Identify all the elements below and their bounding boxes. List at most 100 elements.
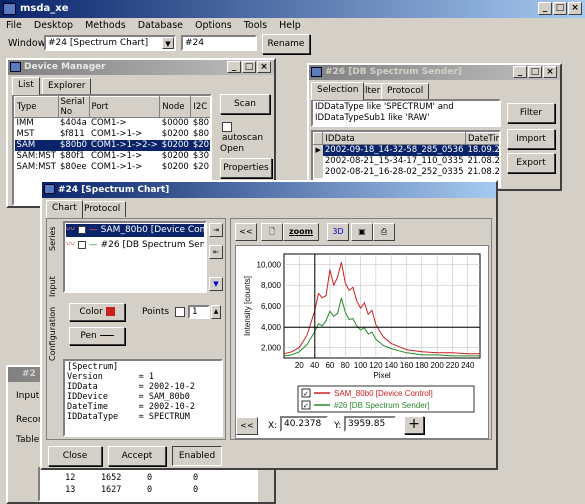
series-item-0[interactable]: 〰 — SAM_80b0 [Device Control]: [66, 224, 204, 237]
menu-item-file[interactable]: File: [6, 20, 22, 31]
autoscan-checkbox[interactable]: autoscan: [222, 122, 274, 143]
enabled-toggle[interactable]: Enabled: [172, 446, 222, 466]
prev-button[interactable]: <<: [235, 223, 257, 241]
maximize-icon[interactable]: □: [242, 61, 256, 73]
maximize-icon[interactable]: □: [553, 2, 567, 15]
series-1-check[interactable]: [77, 240, 86, 249]
table-row[interactable]: 2002-08-21_15-34-17_110_033521.08.20: [313, 155, 499, 167]
move-out-icon[interactable]: ⇤: [209, 245, 223, 259]
close-button[interactable]: Close: [48, 446, 102, 466]
column-header[interactable]: I2C: [190, 96, 210, 118]
table-row[interactable]: 2002-08-21_16-28-02_252_033521.08.20: [313, 166, 499, 178]
side-tab-series[interactable]: Series: [48, 226, 57, 251]
tab-chart[interactable]: Chart: [46, 200, 83, 218]
column-header[interactable]: DateTim: [464, 132, 499, 145]
points-checkbox[interactable]: [175, 307, 185, 317]
sender-grid: IDData DateTim ▶ 2002-09-18_14-32-58_285_05…: [313, 132, 499, 178]
add-marker-icon[interactable]: +: [404, 416, 424, 434]
table-row[interactable]: MST $f811 COM1->1-> $0200 $80: [15, 129, 211, 140]
close-icon[interactable]: ×: [257, 61, 271, 73]
scan-button[interactable]: Scan: [220, 94, 270, 114]
close-icon[interactable]: ×: [543, 66, 557, 78]
menu-item-help[interactable]: Help: [279, 20, 301, 31]
maximize-icon[interactable]: □: [528, 66, 542, 78]
minimize-icon[interactable]: _: [227, 61, 241, 73]
table-cell: COM1->1->: [91, 162, 143, 172]
menu-item-methods[interactable]: Methods: [85, 20, 126, 31]
y-tick-label: 6,000: [261, 302, 282, 311]
x-value-field[interactable]: 40.2378: [280, 416, 328, 432]
menu-item-options[interactable]: Options: [195, 20, 232, 31]
column-header[interactable]: Type: [14, 96, 59, 118]
filter-button[interactable]: Filter: [507, 103, 555, 123]
info-line: IDDataType = SPECTRUM: [67, 412, 190, 422]
tab-list[interactable]: List: [12, 77, 40, 95]
table-row[interactable]: ▶2002-09-18_14-32-58_285_053618.09.20: [313, 144, 499, 156]
table-cell: COM1->1->: [91, 129, 143, 139]
tab-selection[interactable]: Selection: [311, 82, 365, 100]
tab-protocol[interactable]: Protocol: [381, 83, 430, 99]
x-tick-label: 160: [400, 361, 414, 370]
page-icon[interactable]: 🗋: [261, 223, 283, 241]
zoom-button[interactable]: zoom: [283, 223, 319, 241]
pen-button[interactable]: Pen: [69, 327, 125, 345]
menu-item-database[interactable]: Database: [138, 20, 183, 31]
menu-item-desktop[interactable]: Desktop: [34, 20, 73, 31]
series-0-check[interactable]: [77, 225, 86, 234]
accept-button[interactable]: Accept: [108, 446, 166, 466]
color-swatch: [105, 307, 115, 316]
print-icon[interactable]: ⎙: [373, 223, 395, 241]
table-row[interactable]: IMM $404a COM1-> $0000 $80: [15, 118, 211, 129]
table-cell: $80f1: [60, 151, 85, 161]
record-label[interactable]: Recor: [16, 415, 42, 425]
pen-label: Pen: [80, 331, 97, 341]
app-icon: [3, 3, 16, 15]
table-row[interactable]: SAM:MST $80f1 COM1->1-> $0200 $30: [15, 151, 211, 162]
table-row[interactable]: SAM $80b0 COM1->1->2-> $0200 $20: [14, 139, 210, 151]
window-select[interactable]: #24 [Spectrum Chart] ▼: [44, 35, 176, 51]
query-text[interactable]: IDDataType like 'SPECTRUM' and IDDataTyp…: [311, 99, 501, 127]
spin-icon[interactable]: ▲: [211, 305, 221, 319]
column-header[interactable]: IDData: [322, 132, 466, 145]
table-cell: 18.09.20: [465, 144, 499, 156]
device-manager-title: Device Manager: [24, 62, 106, 72]
menu-item-tools[interactable]: Tools: [244, 20, 267, 31]
chart-area[interactable]: 2,000 4,000 6,000 8,000 10,000 20 40 60 80 100 120…: [235, 245, 489, 439]
table-row[interactable]: SAM:MST $80ee COM1->1-> $0200 $20: [15, 162, 211, 173]
chevron-down-icon[interactable]: ▼: [162, 37, 174, 49]
info-line: Version = 1: [67, 372, 154, 382]
table-label[interactable]: Table: [16, 435, 39, 445]
color-button[interactable]: Color: [69, 303, 125, 321]
threed-button[interactable]: 3D: [327, 223, 349, 241]
chart-panel: << 🗋 zoom 3D ▣ ⎙ 2,000 4,000 6,000 8,000 10,…: [230, 218, 492, 440]
minimize-icon[interactable]: _: [513, 66, 527, 78]
window-id-field[interactable]: #24: [181, 35, 257, 51]
column-header[interactable]: Port: [88, 96, 161, 118]
arrow-down-icon[interactable]: ▼: [209, 277, 223, 291]
autoscan-check[interactable]: [222, 122, 232, 132]
table-cell: COM1->1->: [91, 151, 143, 161]
points-value[interactable]: 1: [188, 305, 210, 319]
series-item-1[interactable]: 〰 — #26 [DB Spectrum Sender]: [66, 239, 204, 252]
y-value-field[interactable]: 3959.85: [344, 416, 396, 432]
move-in-icon[interactable]: ⇥: [209, 223, 223, 237]
x-tick-label: 240: [461, 361, 475, 370]
spectrum-chart[interactable]: 2,000 4,000 6,000 8,000 10,000 20 40 60 80 100 120…: [236, 246, 490, 440]
coord-prev-button[interactable]: <<: [236, 417, 258, 435]
side-tab-input[interactable]: Input: [48, 276, 57, 297]
minimize-icon[interactable]: _: [538, 2, 552, 15]
side-tab-configuration[interactable]: Configuration: [48, 307, 57, 361]
input-label[interactable]: Input: [16, 391, 39, 401]
tab-chart-protocol[interactable]: Protocol: [78, 201, 127, 217]
export-button[interactable]: Export: [507, 153, 555, 173]
close-icon[interactable]: ×: [568, 2, 582, 15]
column-header[interactable]: Serial No: [57, 96, 90, 118]
column-header[interactable]: Node: [159, 96, 192, 118]
properties-button[interactable]: Properties: [220, 158, 272, 178]
y-tick-label: 2,000: [261, 344, 282, 353]
tab-explorer[interactable]: Explorer: [42, 78, 92, 94]
import-button[interactable]: Import: [507, 129, 555, 149]
rename-button[interactable]: Rename: [262, 34, 310, 54]
sender-window: #26 [DB Spectrum Sender] _ □ × Selection F…: [307, 63, 562, 191]
save-icon[interactable]: ▣: [351, 223, 373, 241]
